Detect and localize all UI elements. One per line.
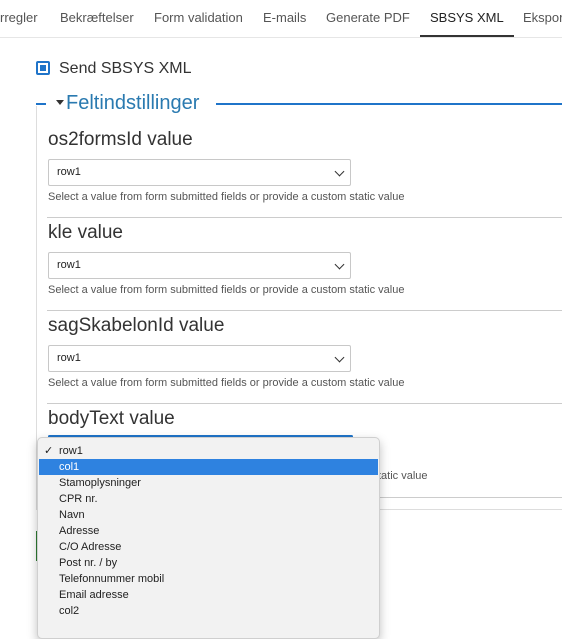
- dropdown-option[interactable]: col2: [39, 603, 378, 619]
- fieldset-border-right: [216, 103, 562, 105]
- tab-emails[interactable]: E-mails: [263, 0, 306, 37]
- dropdown-option[interactable]: Stamoplysninger: [39, 475, 378, 491]
- send-sbsys-xml-checkbox[interactable]: [36, 61, 50, 75]
- os2formsid-select[interactable]: row1: [48, 159, 351, 186]
- tab-eksport[interactable]: Ekspor: [523, 0, 562, 37]
- field-separator: [47, 310, 562, 311]
- dropdown-option[interactable]: Telefonnummer mobil: [39, 571, 378, 587]
- kle-select[interactable]: row1: [48, 252, 351, 279]
- chevron-down-icon: [334, 259, 345, 270]
- option-label: Email adresse: [59, 589, 129, 601]
- option-label: CPR nr.: [59, 493, 98, 505]
- option-label: col2: [59, 605, 80, 617]
- field-title-bodytext: bodyText value: [48, 408, 175, 429]
- sagskabelonid-select[interactable]: row1: [48, 345, 351, 372]
- field-title-sagskabelonid: sagSkabelonId value: [48, 315, 225, 336]
- dropdown-option[interactable]: Email adresse: [39, 587, 378, 603]
- field-description: Select a value from form submitted field…: [48, 284, 405, 296]
- select-value: row1: [57, 166, 81, 178]
- option-label: Stamoplysninger: [59, 477, 141, 489]
- tab-bar: rregler Bekræftelser Form validation E-m…: [0, 0, 562, 38]
- field-title-kle: kle value: [48, 222, 123, 243]
- dropdown-option[interactable]: Adresse: [39, 523, 378, 539]
- field-description: tatic value: [378, 470, 428, 482]
- select-value: row1: [57, 259, 81, 271]
- dropdown-option[interactable]: C/O Adresse: [39, 539, 378, 555]
- tab-bekraeftelser[interactable]: Bekræftelser: [60, 0, 134, 37]
- field-separator: [47, 217, 562, 218]
- tab-regler[interactable]: rregler: [0, 0, 38, 37]
- send-sbsys-xml-label: Send SBSYS XML: [59, 60, 192, 77]
- option-label: Telefonnummer mobil: [59, 573, 165, 585]
- field-description: Select a value from form submitted field…: [48, 377, 405, 389]
- dropdown-option-col1[interactable]: col1: [39, 459, 378, 475]
- field-description: Select a value from form submitted field…: [48, 191, 405, 203]
- tab-sbsys-xml[interactable]: SBSYS XML: [420, 0, 514, 37]
- caret-down-icon[interactable]: [56, 100, 64, 105]
- option-label: col1: [59, 461, 80, 473]
- dropdown-option[interactable]: Navn: [39, 507, 378, 523]
- option-label: Post nr. / by: [59, 557, 118, 569]
- dropdown-option[interactable]: Post nr. / by: [39, 555, 378, 571]
- select-value: row1: [57, 352, 81, 364]
- option-label: row1: [59, 445, 83, 457]
- option-label: C/O Adresse: [59, 541, 122, 553]
- option-label: Navn: [59, 509, 85, 521]
- dropdown-option-row1[interactable]: ✓ row1: [39, 443, 378, 459]
- tab-generate-pdf[interactable]: Generate PDF: [326, 0, 410, 37]
- checkmark-icon: ✓: [44, 445, 54, 457]
- chevron-down-icon: [334, 352, 345, 363]
- field-separator: [47, 403, 562, 404]
- option-label: Adresse: [59, 525, 100, 537]
- bodytext-select-dropdown: ✓ row1 col1 Stamoplysninger CPR nr. Navn…: [37, 437, 380, 639]
- fieldset-legend[interactable]: Feltindstillinger: [66, 92, 199, 115]
- chevron-down-icon: [334, 166, 345, 177]
- dropdown-option[interactable]: CPR nr.: [39, 491, 378, 507]
- field-title-os2formsid: os2formsId value: [48, 129, 193, 150]
- tab-form-validation[interactable]: Form validation: [154, 0, 243, 37]
- fieldset-border-left: [36, 103, 46, 105]
